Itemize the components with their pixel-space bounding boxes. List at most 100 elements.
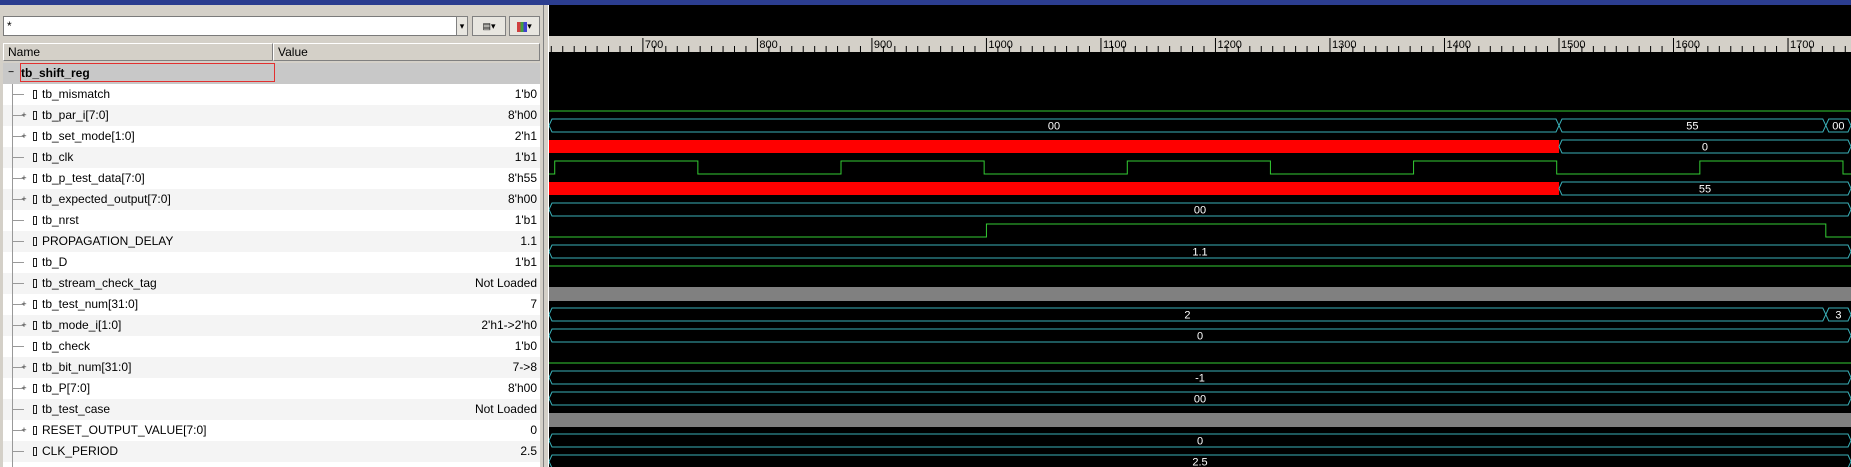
signal-row[interactable]: + tb_mode_i[1:0] 2'h1->2'h0 bbox=[3, 315, 540, 336]
signal-value: Not Loaded bbox=[474, 276, 537, 290]
expand-icon[interactable]: + bbox=[20, 132, 28, 141]
ruler-tick-label: 1300 bbox=[1332, 39, 1356, 51]
tree-branch bbox=[12, 283, 24, 284]
signal-name: tb_set_mode[1:0] bbox=[42, 129, 135, 143]
bus-value-label: 2.5 bbox=[1192, 457, 1207, 467]
expand-options-button[interactable]: ▤▾ bbox=[472, 16, 506, 36]
signal-row[interactable]: tb_check 1'b0 bbox=[3, 336, 540, 357]
signal-row[interactable]: tb_test_case Not Loaded bbox=[3, 399, 540, 420]
signal-icon bbox=[33, 216, 37, 225]
signal-value: 1'b1 bbox=[514, 255, 537, 269]
signal-row[interactable]: tb_D 1'b1 bbox=[3, 252, 540, 273]
list-toggle-icon: ▤▾ bbox=[482, 21, 496, 31]
bus-value-label: 2 bbox=[1184, 310, 1190, 322]
time-ruler bbox=[549, 36, 1851, 52]
signal-icon bbox=[33, 195, 37, 204]
signal-name: tb_bit_num[31:0] bbox=[42, 360, 132, 374]
signal-row[interactable]: + tb_set_mode[1:0] 2'h1 bbox=[3, 126, 540, 147]
tree-branch bbox=[12, 220, 24, 221]
signal-value: 2'h1->2'h0 bbox=[481, 318, 537, 332]
signal-icon bbox=[33, 447, 37, 456]
signal-row[interactable]: tb_nrst 1'b1 bbox=[3, 210, 540, 231]
bus-value-label: 00 bbox=[1048, 121, 1060, 133]
expand-icon[interactable]: + bbox=[20, 363, 28, 372]
signal-value: 8'h00 bbox=[508, 108, 537, 122]
signal-row[interactable]: CLK_PERIOD 2.5 bbox=[3, 441, 540, 462]
expand-icon[interactable]: + bbox=[20, 321, 28, 330]
tree-line bbox=[12, 462, 13, 467]
bus-value-label: 3 bbox=[1835, 310, 1841, 322]
signal-name: tb_nrst bbox=[42, 213, 79, 227]
signal-row[interactable]: + tb_expected_output[7:0] 8'h00 bbox=[3, 189, 540, 210]
grid-icon bbox=[517, 21, 528, 32]
group-row[interactable]: − tb_shift_reg bbox=[3, 63, 540, 84]
expand-icon[interactable]: + bbox=[20, 195, 28, 204]
unknown-value-segment bbox=[549, 140, 1559, 153]
display-options-button[interactable]: ▾ bbox=[509, 16, 540, 36]
expand-icon[interactable]: + bbox=[20, 174, 28, 183]
collapse-icon[interactable]: − bbox=[7, 68, 15, 78]
signal-value: 2.5 bbox=[520, 444, 537, 458]
name-column-header[interactable]: Name bbox=[3, 43, 273, 61]
signal-name: tb_test_num[31:0] bbox=[42, 297, 139, 311]
signal-icon bbox=[33, 111, 37, 120]
signal-icon bbox=[33, 363, 37, 372]
bus-value-label: -1 bbox=[1195, 373, 1205, 385]
signal-name: tb_clk bbox=[42, 150, 74, 164]
tree-branch bbox=[12, 241, 24, 242]
signal-row[interactable]: + tb_par_i[7:0] 8'h00 bbox=[3, 105, 540, 126]
signal-row[interactable]: + tb_P[7:0] 8'h00 bbox=[3, 378, 540, 399]
signal-value: 1'b0 bbox=[514, 339, 537, 353]
signal-value: 0 bbox=[530, 423, 537, 437]
signal-row[interactable]: + tb_p_test_data[7:0] 8'h55 bbox=[3, 168, 540, 189]
signal-icon bbox=[33, 132, 37, 141]
ruler-tick-label: 1500 bbox=[1561, 39, 1585, 51]
signal-row[interactable]: + tb_bit_num[31:0] 7->8 bbox=[3, 357, 540, 378]
expand-icon[interactable]: + bbox=[20, 111, 28, 120]
signal-name: tb_test_case bbox=[42, 402, 111, 416]
filter-dropdown-button[interactable]: ▾ bbox=[456, 16, 468, 36]
ruler-tick-label: 1400 bbox=[1446, 39, 1470, 51]
signal-icon bbox=[33, 300, 37, 309]
signal-value: 1'b0 bbox=[514, 87, 537, 101]
ruler-tick-label: 1000 bbox=[988, 39, 1012, 51]
signal-filter-input[interactable]: * bbox=[3, 16, 468, 36]
signal-list: − tb_shift_reg tb_mismatch 1'b0 + tb_par_i[7:… bbox=[3, 63, 540, 467]
expand-icon[interactable]: + bbox=[20, 300, 28, 309]
signal-row[interactable]: + RESET_OUTPUT_VALUE[7:0] 0 bbox=[3, 420, 540, 441]
signal-name: tb_mode_i[1:0] bbox=[42, 318, 122, 332]
ruler-tick-label: 900 bbox=[874, 39, 892, 51]
new-group-row[interactable]: New Group bbox=[3, 462, 540, 467]
signal-name: tb_p_test_data[7:0] bbox=[42, 171, 145, 185]
signal-icon bbox=[33, 426, 37, 435]
signal-row[interactable]: tb_mismatch 1'b0 bbox=[3, 84, 540, 105]
ruler-tick-label: 700 bbox=[645, 39, 663, 51]
ruler-tick-label: 1100 bbox=[1103, 39, 1127, 51]
value-column-header[interactable]: Value bbox=[273, 43, 540, 61]
ruler-tick-label: 1700 bbox=[1790, 39, 1814, 51]
expand-icon[interactable]: + bbox=[20, 426, 28, 435]
tree-branch bbox=[12, 346, 24, 347]
signal-name: CLK_PERIOD bbox=[42, 444, 119, 458]
ruler-tick-label: 1600 bbox=[1676, 39, 1700, 51]
signal-name: tb_mismatch bbox=[42, 87, 111, 101]
signal-value: 7 bbox=[530, 297, 537, 311]
bus-value-label: 0 bbox=[1197, 331, 1203, 343]
chevron-down-icon: ▾ bbox=[527, 21, 532, 31]
ruler-tick-label: 1200 bbox=[1217, 39, 1241, 51]
signal-row[interactable]: tb_stream_check_tag Not Loaded bbox=[3, 273, 540, 294]
signal-icon bbox=[33, 321, 37, 330]
signal-value: 1'b1 bbox=[514, 150, 537, 164]
signal-name: tb_check bbox=[42, 339, 91, 353]
signal-row[interactable]: + tb_test_num[31:0] 7 bbox=[3, 294, 540, 315]
signal-name: tb_D bbox=[42, 255, 68, 269]
signal-name: PROPAGATION_DELAY bbox=[42, 234, 174, 248]
signal-row[interactable]: tb_clk 1'b1 bbox=[3, 147, 540, 168]
signal-row[interactable]: PROPAGATION_DELAY 1.1 bbox=[3, 231, 540, 252]
tree-branch bbox=[12, 451, 24, 452]
bus-value-label: 00 bbox=[1832, 121, 1844, 133]
expand-icon[interactable]: + bbox=[20, 384, 28, 393]
unknown-value-segment bbox=[549, 182, 1559, 195]
signal-icon bbox=[33, 174, 37, 183]
signal-value: Not Loaded bbox=[474, 402, 537, 416]
